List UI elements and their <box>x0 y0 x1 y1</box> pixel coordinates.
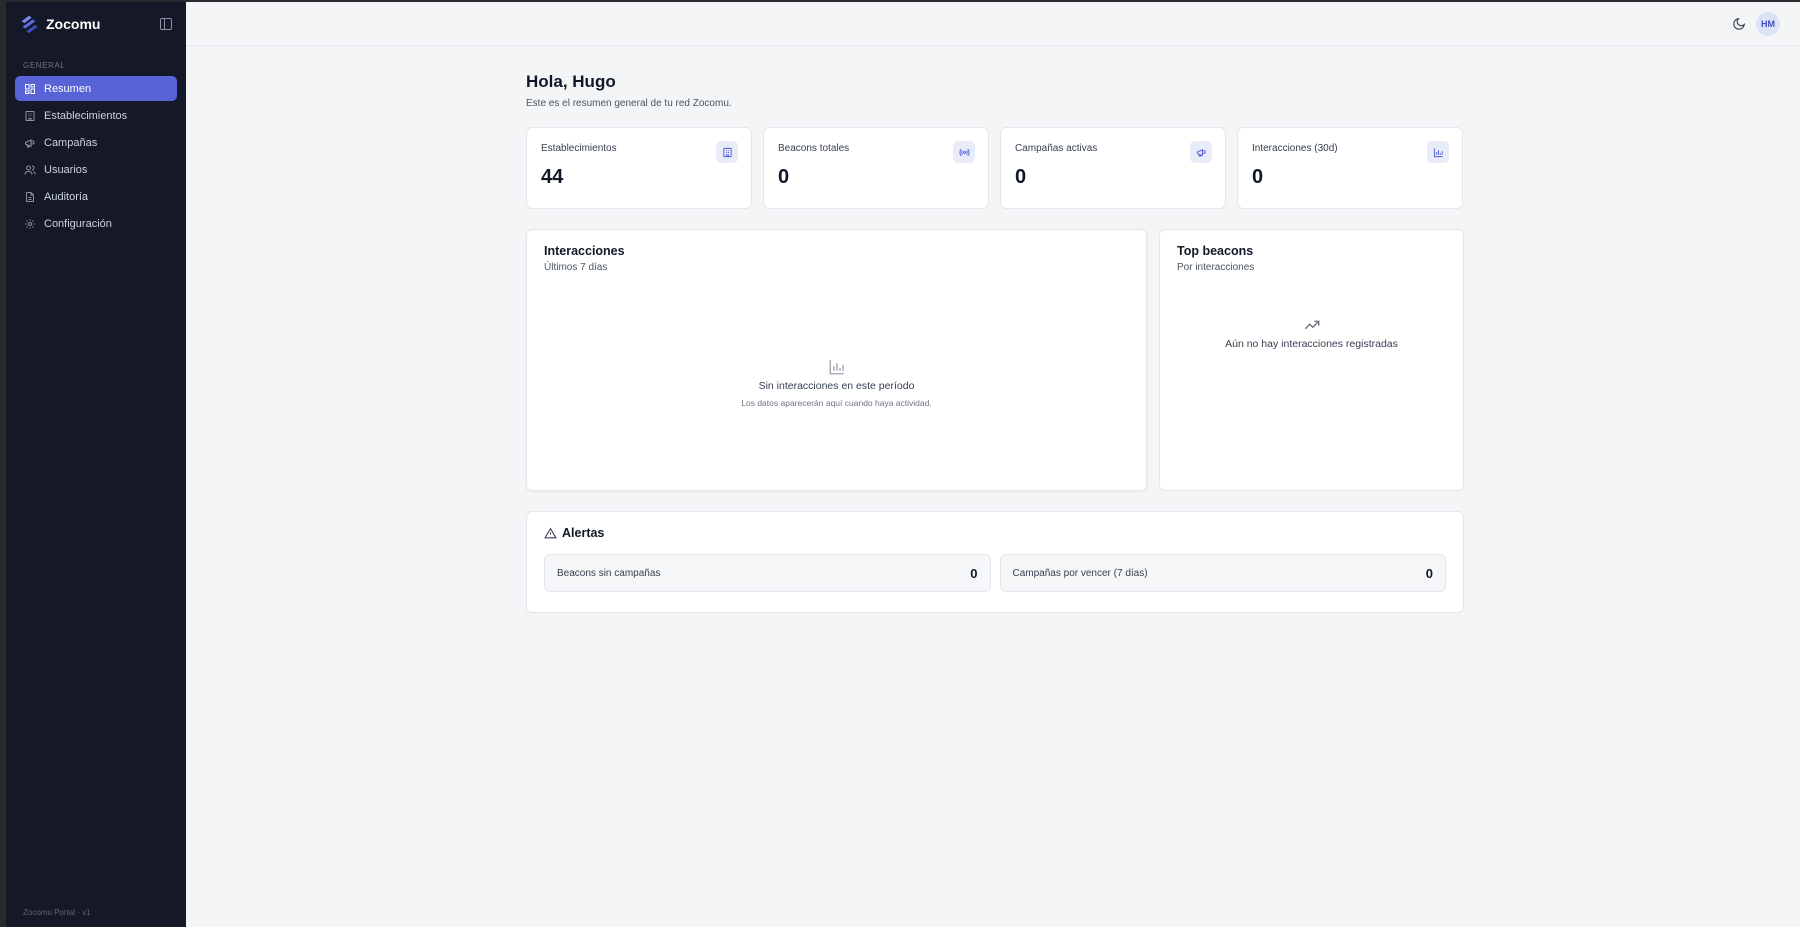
nav-section-label: GENERAL <box>23 61 66 70</box>
dashboard-content: Hola, Hugo Este es el resumen general de… <box>526 72 1464 613</box>
stat-card-establecimientos: Establecimientos 44 <box>526 127 752 209</box>
sidebar-item-establecimientos[interactable]: Establecimientos <box>15 103 177 128</box>
stats-row: Establecimientos 44 Beacons totales 0 Ca… <box>526 127 1464 209</box>
interactions-panel: Interacciones Últimos 7 días Sin interac… <box>526 229 1147 491</box>
stat-label: Campañas activas <box>1015 143 1098 154</box>
empty-state: Aún no hay interacciones registradas <box>1160 316 1463 350</box>
alerts-list: Beacons sin campañas 0 Campañas por venc… <box>544 554 1446 592</box>
sidebar-item-label: Usuarios <box>44 163 88 176</box>
stat-value: 0 <box>778 166 790 188</box>
stat-value: 0 <box>1252 166 1264 188</box>
megaphone-icon <box>25 138 35 147</box>
sidebar-item-label: Auditoría <box>44 190 89 203</box>
file-text-icon <box>26 191 34 202</box>
sidebar-collapse-icon[interactable] <box>160 18 172 30</box>
alert-value: 0 <box>970 565 978 581</box>
stat-value: 0 <box>1015 166 1027 188</box>
topbar: HM <box>186 2 1800 46</box>
panels-row: Interacciones Últimos 7 días Sin interac… <box>526 229 1464 491</box>
page-subtitle: Este es el resumen general de tu red Zoc… <box>526 98 732 109</box>
alerts-title: Alertas <box>562 526 605 540</box>
megaphone-icon <box>1190 141 1212 163</box>
bar-chart-icon <box>1427 141 1449 163</box>
alerts-panel: Alertas Beacons sin campañas 0 Campañas … <box>526 511 1464 613</box>
moon-icon[interactable] <box>1732 17 1746 31</box>
app-window: Zocomu GENERAL Resumen Establecimientos … <box>6 2 1800 927</box>
users-icon <box>24 165 36 175</box>
layout-grid-icon <box>25 83 35 94</box>
panel-subtitle: Por interacciones <box>1177 262 1255 273</box>
sidebar-item-label: Campañas <box>44 136 98 149</box>
stat-card-beacons: Beacons totales 0 <box>763 127 989 209</box>
stat-card-campanas: Campañas activas 0 <box>1000 127 1226 209</box>
panel-title: Interacciones <box>544 244 625 258</box>
sidebar-item-label: Configuración <box>44 217 112 230</box>
empty-title: Sin interacciones en este período <box>758 380 915 392</box>
empty-title: Aún no hay interacciones registradas <box>1225 338 1398 350</box>
alerts-header: Alertas <box>544 526 1446 540</box>
sidebar-item-auditoria[interactable]: Auditoría <box>15 184 177 209</box>
bar-chart-icon <box>829 360 844 375</box>
brand-name: Zocomu <box>46 16 101 32</box>
sidebar-item-resumen[interactable]: Resumen <box>15 76 177 101</box>
stat-card-interacciones: Interacciones (30d) 0 <box>1237 127 1463 209</box>
sidebar-item-campanas[interactable]: Campañas <box>15 130 177 155</box>
empty-description: Los datos aparecerán aquí cuando haya ac… <box>741 398 932 408</box>
alert-label: Beacons sin campañas <box>557 567 661 579</box>
alert-value: 0 <box>1425 565 1433 581</box>
panel-subtitle: Últimos 7 días <box>544 262 608 273</box>
sidebar-item-label: Resumen <box>44 82 92 95</box>
sidebar-item-configuracion[interactable]: Configuración <box>15 211 177 236</box>
portal-version: Zocomu Portal · v1 <box>23 908 91 917</box>
radio-icon <box>953 141 975 163</box>
empty-state: Sin interacciones en este período Los da… <box>527 358 1146 408</box>
main-area: HM Hola, Hugo Este es el resumen general… <box>186 2 1800 927</box>
panel-title: Top beacons <box>1177 244 1254 258</box>
stat-label: Establecimientos <box>541 143 617 154</box>
trending-up-icon <box>1304 320 1319 330</box>
sidebar: Zocomu GENERAL Resumen Establecimientos … <box>6 2 186 927</box>
brand[interactable]: Zocomu <box>6 2 186 46</box>
alert-beacons-sin-campanas[interactable]: Beacons sin campañas 0 <box>544 554 991 592</box>
warning-icon <box>544 527 557 538</box>
building-icon <box>25 110 35 121</box>
sidebar-item-usuarios[interactable]: Usuarios <box>15 157 177 182</box>
zocomu-logo-icon <box>21 15 38 34</box>
alert-label: Campañas por vencer (7 días) <box>1012 567 1148 579</box>
top-beacons-panel: Top beacons Por interacciones Aún no hay… <box>1159 229 1464 491</box>
page-title: Hola, Hugo <box>526 72 616 91</box>
stat-label: Beacons totales <box>778 143 850 154</box>
avatar[interactable]: HM <box>1756 11 1780 36</box>
stat-value: 44 <box>541 166 564 188</box>
sidebar-nav: Resumen Establecimientos Campañas Usuari… <box>6 76 186 236</box>
gear-icon <box>25 218 35 229</box>
building-icon <box>716 141 738 163</box>
alert-campanas-por-vencer[interactable]: Campañas por vencer (7 días) 0 <box>999 554 1446 592</box>
sidebar-item-label: Establecimientos <box>44 109 128 122</box>
stat-label: Interacciones (30d) <box>1252 143 1338 154</box>
